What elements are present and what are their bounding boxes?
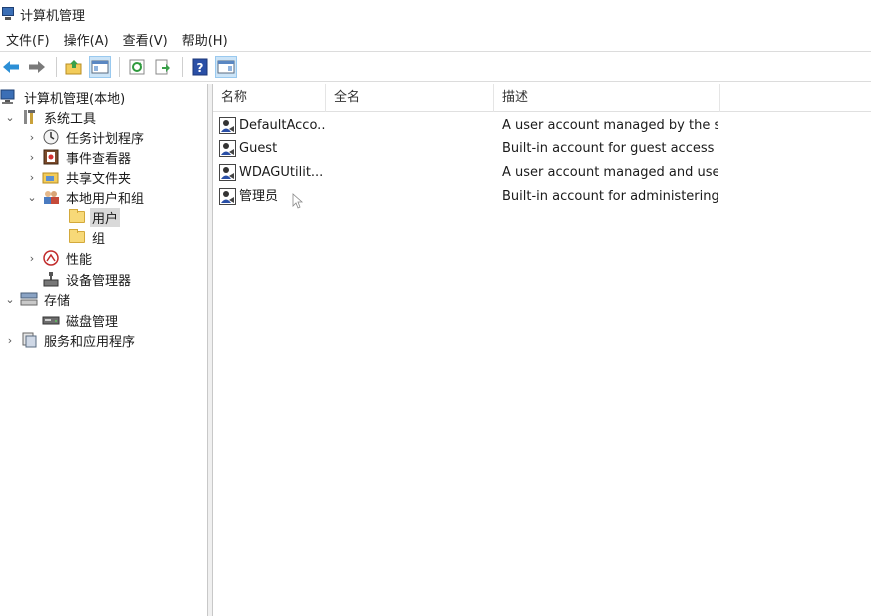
tree-item-users[interactable]: 用户 [64,207,121,227]
tree-item-performance[interactable]: › 性能 [26,248,94,268]
refresh-icon[interactable] [126,56,148,78]
row-full-name [334,137,494,160]
row-name: WDAGUtilit... [239,165,324,180]
disk-icon [42,312,60,328]
menu-action[interactable]: 操作(A) [58,30,117,49]
row-full-name [334,161,494,184]
user-account-icon [219,117,236,134]
chevron-down-icon[interactable]: ⌄ [4,111,16,124]
device-manager-icon [42,271,60,287]
tree-item-event-viewer[interactable]: › 事件查看器 [26,147,133,167]
chevron-down-icon[interactable]: ⌄ [26,191,38,204]
window-title: 计算机管理 [20,8,86,24]
up-folder-icon[interactable] [63,56,85,78]
computer-management-icon [0,89,18,105]
performance-icon [42,250,60,266]
user-account-icon [219,140,236,157]
row-name: Guest [239,141,278,156]
row-description: Built-in account for guest access t... [502,141,718,156]
column-header-description[interactable]: 描述 [494,84,720,112]
tree-item-services-apps[interactable]: › 服务和应用程序 [4,330,137,350]
tree-item-groups[interactable]: 组 [64,227,107,247]
table-row[interactable]: 管理员 Built-in account for administering..… [213,185,871,208]
tree-item-disk-management[interactable]: 磁盘管理 [38,310,120,330]
row-name: 管理员 [239,189,279,204]
table-row[interactable]: Guest Built-in account for guest access … [213,137,871,160]
storage-icon [20,291,38,307]
tools-icon [20,109,38,125]
toolbar: ? [0,51,871,82]
column-header-full-name[interactable]: 全名 [326,84,494,112]
tree-item-shared-folders[interactable]: › 共享文件夹 [26,167,133,187]
shared-folder-icon [42,169,60,185]
row-description: A user account managed by the s... [502,118,718,133]
users-group-icon [42,189,60,205]
toolbar-separator [119,56,120,77]
row-description: A user account managed and use... [502,165,718,180]
back-arrow-icon[interactable] [0,56,22,78]
folder-icon [68,229,86,245]
tree-item-storage[interactable]: ⌄ 存储 [4,289,72,309]
row-description: Built-in account for administering... [502,189,718,204]
forward-arrow-icon[interactable] [26,56,48,78]
tree-item-root[interactable]: 计算机管理(本地) [0,87,127,107]
user-account-icon [219,164,236,181]
row-full-name [334,114,494,137]
row-full-name [334,185,494,208]
clock-icon [42,129,60,145]
user-account-icon [219,188,236,205]
tree-item-device-manager[interactable]: 设备管理器 [38,269,133,289]
column-header-name[interactable]: 名称 [213,84,326,112]
toolbar-separator [182,56,183,77]
svg-text:?: ? [197,61,204,75]
table-row[interactable]: DefaultAcco... A user account managed by… [213,114,871,137]
tree-item-task-scheduler[interactable]: › 任务计划程序 [26,127,146,147]
row-name: DefaultAcco... [239,118,325,133]
computer-management-icon [2,6,16,22]
list-header: 名称 全名 描述 [213,84,871,112]
show-action-pane-icon[interactable] [215,55,237,78]
chevron-right-icon[interactable]: › [26,252,38,265]
services-icon [20,332,38,348]
table-row[interactable]: WDAGUtilit... A user account managed and… [213,161,871,184]
chevron-right-icon[interactable]: › [4,334,16,347]
mouse-cursor-icon [292,193,304,213]
tree-item-local-users-groups[interactable]: ⌄ 本地用户和组 [26,187,146,207]
menu-file[interactable]: 文件(F) [0,30,58,49]
chevron-right-icon[interactable]: › [26,151,38,164]
title-bar: 计算机管理 [0,0,871,28]
chevron-right-icon[interactable]: › [26,131,38,144]
navigation-tree: 计算机管理(本地) ⌄ 系统工具 › 任务计划程序 › 事件查看器 › 共享文件… [0,84,208,616]
help-icon[interactable]: ? [189,56,211,78]
menu-view[interactable]: 查看(V) [117,30,176,49]
menu-help[interactable]: 帮助(H) [176,30,236,49]
show-hide-tree-icon[interactable] [89,55,111,78]
menu-bar: 文件(F) 操作(A) 查看(V) 帮助(H) [0,28,871,50]
tree-item-system-tools[interactable]: ⌄ 系统工具 [4,107,98,127]
toolbar-separator [56,56,57,77]
user-list: 名称 全名 描述 DefaultAcco... A user account m… [213,84,871,616]
event-log-icon [42,149,60,165]
chevron-right-icon[interactable]: › [26,171,38,184]
folder-icon [68,209,86,225]
export-list-icon[interactable] [152,56,174,78]
chevron-down-icon[interactable]: ⌄ [4,293,16,306]
